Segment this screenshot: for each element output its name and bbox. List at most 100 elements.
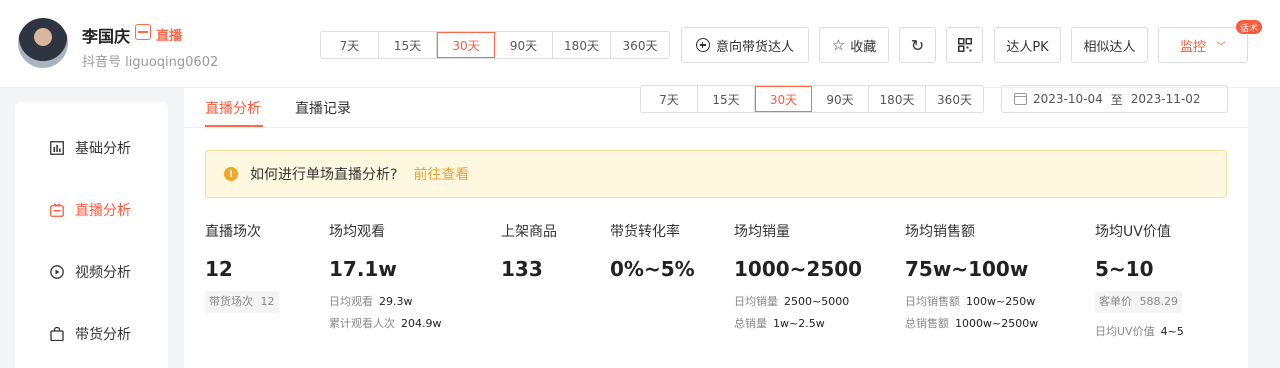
calendar-icon bbox=[1014, 93, 1027, 105]
similar-influencer-button[interactable]: 相似达人 bbox=[1071, 27, 1148, 63]
sidebar-item-label: 带货分析 bbox=[75, 327, 131, 343]
period-180d[interactable]: 180天 bbox=[869, 86, 926, 112]
sub-row: 总销售额 1000w~2500w bbox=[905, 313, 1038, 335]
main-panel: 直播分析 直播记录 7天 15天 30天 90天 180天 360天 2023-… bbox=[184, 85, 1248, 368]
sub-row: 日均销量 2500~5000 bbox=[734, 291, 862, 313]
refresh-icon: ↻ bbox=[910, 35, 925, 55]
sub-value: 1w~2.5w bbox=[773, 317, 825, 330]
monitor-label: 监控 bbox=[1179, 39, 1206, 55]
sub-value: 12 bbox=[260, 295, 275, 308]
sub-value: 100w~250w bbox=[966, 295, 1036, 308]
sidebar-item-video[interactable]: 视频分析 bbox=[15, 252, 168, 292]
period-360d[interactable]: 360天 bbox=[611, 32, 669, 58]
sidebar-item-basic[interactable]: 基础分析 bbox=[15, 128, 168, 168]
sub-row: 日均UV价值 4~5 bbox=[1095, 321, 1184, 343]
tab-live-analysis[interactable]: 直播分析 bbox=[205, 90, 261, 126]
header-period-selector: 7天 15天 30天 90天 180天 360天 bbox=[320, 31, 670, 59]
metric-label: 场均销量 bbox=[734, 224, 790, 240]
metric-label: 场均UV价值 bbox=[1095, 224, 1171, 240]
sub-key: 客单价 bbox=[1099, 295, 1132, 308]
star-icon: ☆ bbox=[831, 36, 846, 54]
qrcode-button[interactable] bbox=[946, 27, 983, 63]
sub-value: 1000w~2500w bbox=[955, 317, 1039, 330]
metric-value: 1000~2500 bbox=[734, 257, 863, 281]
date-end: 2023-11-02 bbox=[1130, 92, 1201, 106]
help-notice: ! 如何进行单场直播分析? 前往查看 bbox=[205, 150, 1227, 198]
play-icon bbox=[49, 264, 65, 280]
sidebar-item-sales[interactable]: 带货分析 bbox=[15, 314, 168, 354]
pk-button[interactable]: 达人PK bbox=[994, 27, 1061, 63]
sub-key: 日均销售额 bbox=[905, 295, 960, 308]
metric-value: 133 bbox=[501, 257, 543, 281]
metric-sub: 带货场次 12 bbox=[205, 291, 279, 313]
period-30d[interactable]: 30天 bbox=[437, 32, 495, 58]
date-start: 2023-10-04 bbox=[1033, 92, 1103, 106]
sub-key: 累计观看人次 bbox=[329, 317, 395, 330]
date-range-picker[interactable]: 2023-10-04 至 2023-11-02 bbox=[1001, 85, 1228, 113]
metric-label: 场均观看 bbox=[329, 224, 385, 240]
metric-conversion: 带货转化率 0%~5% bbox=[610, 221, 695, 281]
notice-text: 如何进行单场直播分析? bbox=[250, 167, 398, 183]
intent-label: 意向带货达人 bbox=[715, 39, 794, 55]
period-90d[interactable]: 90天 bbox=[812, 86, 869, 112]
intent-influencer-button[interactable]: 意向带货达人 bbox=[681, 27, 809, 63]
sub-key: 日均观看 bbox=[329, 295, 373, 308]
metric-sub: 日均销售额 100w~250w 总销售额 1000w~2500w bbox=[905, 291, 1038, 335]
metric-sub: 客单价 588.29 日均UV价值 4~5 bbox=[1095, 291, 1184, 343]
avatar[interactable] bbox=[18, 18, 68, 68]
metric-value: 75w~100w bbox=[905, 257, 1029, 281]
period-7d[interactable]: 7天 bbox=[641, 86, 698, 112]
sidebar: 基础分析 直播分析 视频分析 带货分析 bbox=[15, 102, 168, 368]
metric-label: 场均销售额 bbox=[905, 224, 975, 240]
sidebar-item-label: 视频分析 bbox=[75, 265, 131, 281]
main-period-selector: 7天 15天 30天 90天 180天 360天 bbox=[640, 85, 984, 113]
sub-row: 累计观看人次 204.9w bbox=[329, 313, 442, 335]
bag-icon bbox=[49, 326, 65, 342]
sub-key: 日均UV价值 bbox=[1095, 325, 1155, 338]
metric-label: 上架商品 bbox=[501, 224, 557, 240]
live-badge-icon bbox=[135, 24, 151, 40]
sub-key: 总销量 bbox=[734, 317, 767, 330]
sub-row: 日均销售额 100w~250w bbox=[905, 291, 1038, 313]
live-icon bbox=[49, 202, 65, 218]
sub-row: 日均观看 29.3w bbox=[329, 291, 442, 313]
chevron-down-icon: ﹀ bbox=[1216, 41, 1226, 53]
period-7d[interactable]: 7天 bbox=[321, 32, 379, 58]
period-90d[interactable]: 90天 bbox=[495, 32, 553, 58]
metric-uv-value: 场均UV价值 5~10 客单价 588.29 日均UV价值 4~5 bbox=[1095, 221, 1184, 343]
monitor-dropdown[interactable]: 监控 ﹀ bbox=[1158, 27, 1248, 63]
metric-label: 带货转化率 bbox=[610, 224, 680, 240]
metric-sub: 日均销量 2500~5000 总销量 1w~2.5w bbox=[734, 291, 862, 335]
sub-key: 带货场次 bbox=[209, 295, 253, 308]
metric-sub: 日均观看 29.3w 累计观看人次 204.9w bbox=[329, 291, 442, 335]
sub-pill: 带货场次 12 bbox=[205, 291, 279, 313]
date-separator: 至 bbox=[1110, 92, 1123, 107]
profile-header: 李国庆 直播 抖音号 liguoqing0602 7天 15天 30天 90天 … bbox=[0, 0, 1280, 88]
sub-value: 588.29 bbox=[1139, 295, 1179, 308]
metric-live-count: 直播场次 12 带货场次 12 bbox=[205, 221, 279, 313]
warning-icon: ! bbox=[224, 167, 238, 181]
metric-value: 17.1w bbox=[329, 257, 397, 281]
period-180d[interactable]: 180天 bbox=[553, 32, 611, 58]
favorite-label: 收藏 bbox=[850, 39, 877, 55]
douyin-id: 抖音号 liguoqing0602 bbox=[82, 55, 219, 70]
tab-live-records[interactable]: 直播记录 bbox=[295, 90, 351, 126]
metric-avg-sales: 场均销量 1000~2500 日均销量 2500~5000 总销量 1w~2.5w bbox=[734, 221, 862, 335]
period-360d[interactable]: 360天 bbox=[926, 86, 983, 112]
metric-value: 12 bbox=[205, 257, 233, 281]
hot-tag-badge: 话术 bbox=[1236, 20, 1263, 34]
sidebar-item-label: 基础分析 bbox=[75, 141, 131, 157]
period-15d[interactable]: 15天 bbox=[379, 32, 437, 58]
sub-value: 4~5 bbox=[1160, 325, 1184, 338]
sub-value: 29.3w bbox=[379, 295, 413, 308]
refresh-button[interactable]: ↻ bbox=[899, 27, 936, 63]
metric-value: 0%~5% bbox=[610, 257, 695, 281]
period-30d[interactable]: 30天 bbox=[755, 86, 812, 112]
favorite-button[interactable]: ☆ 收藏 bbox=[819, 27, 889, 63]
add-circle-icon bbox=[695, 38, 710, 52]
period-15d[interactable]: 15天 bbox=[698, 86, 755, 112]
sub-key: 日均销量 bbox=[734, 295, 778, 308]
metric-products: 上架商品 133 bbox=[501, 221, 557, 281]
sidebar-item-live[interactable]: 直播分析 bbox=[15, 190, 168, 230]
notice-link[interactable]: 前往查看 bbox=[413, 164, 469, 184]
